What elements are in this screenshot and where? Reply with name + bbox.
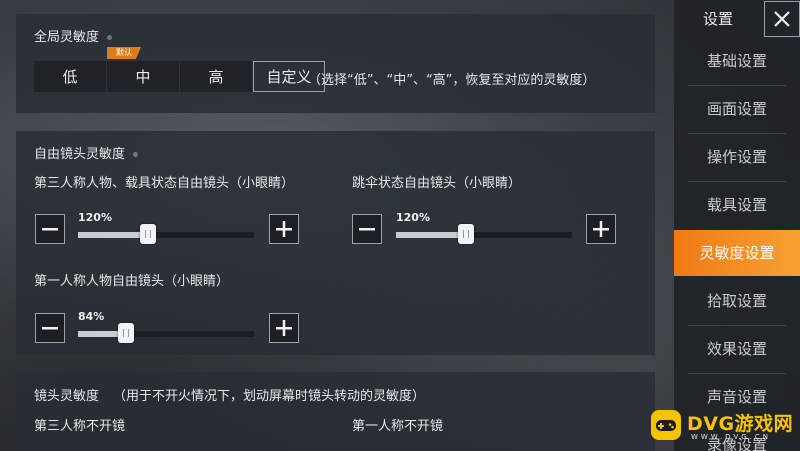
first-person-decrease-button[interactable] bbox=[35, 313, 65, 343]
plus-icon bbox=[276, 320, 292, 336]
preset-hint: （选择“低”、“中”、“高”，恢复至对应的灵敏度） bbox=[308, 73, 596, 88]
slider-fill bbox=[396, 232, 467, 238]
watermark-brand: DVG游戏网 bbox=[687, 413, 794, 435]
slider-handle[interactable] bbox=[117, 323, 134, 343]
free-look-panel: 自由镜头灵敏度 第三人称人物、载具状态自由镜头（小眼睛） 120% 跳伞状态自由… bbox=[16, 131, 655, 355]
parachute-free-look-label: 跳伞状态自由镜头（小眼睛） bbox=[352, 176, 522, 191]
plus-icon bbox=[276, 221, 292, 237]
gamepad-icon bbox=[651, 410, 681, 440]
third-person-free-look-label: 第三人称人物、载具状态自由镜头（小眼睛） bbox=[34, 176, 295, 191]
first-person-free-look-label: 第一人称人物自由镜头（小眼睛） bbox=[34, 274, 230, 289]
close-icon bbox=[774, 11, 790, 27]
camera-sensitivity-hint: （用于不开火情况下，划动屏幕时镜头转动的灵敏度） bbox=[113, 389, 426, 404]
third-person-slider[interactable] bbox=[78, 224, 254, 244]
dvg-watermark-logo: DVG游戏网 WWW.DVG.CN bbox=[651, 408, 799, 444]
sidebar-item-sensitivity[interactable]: 灵敏度设置 bbox=[674, 230, 800, 276]
first-person-no-scope-label: 第一人称不开镜 bbox=[352, 419, 444, 434]
third-person-increase-button[interactable] bbox=[269, 214, 299, 244]
first-person-increase-button[interactable] bbox=[269, 313, 299, 343]
info-dot-icon bbox=[133, 152, 139, 157]
parachute-slider[interactable] bbox=[396, 224, 572, 244]
preset-low-button[interactable]: 低 bbox=[34, 61, 106, 92]
global-sensitivity-panel: 全局灵敏度 低 默认 中 高 自定义 （选择“低”、“中”、“高”，恢复至对应的… bbox=[16, 14, 655, 113]
parachute-value: 120% bbox=[396, 211, 430, 224]
sidebar-item-vehicle[interactable]: 载具设置 bbox=[674, 182, 800, 228]
settings-title: 设置 bbox=[702, 10, 733, 28]
minus-icon bbox=[359, 228, 375, 231]
sidebar-item-graphics[interactable]: 画面设置 bbox=[674, 86, 800, 132]
minus-icon bbox=[42, 327, 58, 330]
slider-handle[interactable] bbox=[458, 224, 475, 244]
global-sensitivity-title: 全局灵敏度 bbox=[34, 26, 113, 45]
settings-sidebar: 设置 基础设置 画面设置 操作设置 载具设置 灵敏度设置 拾取设置 效果设置 声… bbox=[674, 0, 800, 451]
slider-handle[interactable] bbox=[140, 224, 157, 244]
third-person-decrease-button[interactable] bbox=[35, 214, 65, 244]
free-look-title: 自由镜头灵敏度 bbox=[34, 143, 139, 162]
first-person-value: 84% bbox=[78, 310, 105, 323]
watermark-url: WWW.DVG.CN bbox=[691, 433, 772, 441]
info-dot-icon bbox=[107, 35, 113, 40]
parachute-increase-button[interactable] bbox=[586, 214, 616, 244]
third-person-value: 120% bbox=[78, 211, 112, 224]
third-person-no-scope-label: 第三人称不开镜 bbox=[34, 419, 126, 434]
camera-sensitivity-panel: 镜头灵敏度 （用于不开火情况下，划动屏幕时镜头转动的灵敏度） 第三人称不开镜 第一… bbox=[16, 372, 655, 451]
sidebar-item-basic[interactable]: 基础设置 bbox=[674, 38, 800, 84]
default-badge: 默认 bbox=[107, 47, 141, 59]
minus-icon bbox=[42, 228, 58, 231]
slider-fill bbox=[78, 232, 149, 238]
sidebar-item-controls[interactable]: 操作设置 bbox=[674, 134, 800, 180]
sidebar-item-pickup[interactable]: 拾取设置 bbox=[674, 278, 800, 324]
sidebar-item-effects[interactable]: 效果设置 bbox=[674, 326, 800, 372]
parachute-decrease-button[interactable] bbox=[352, 214, 382, 244]
preset-medium-button[interactable]: 默认 中 bbox=[107, 47, 179, 92]
plus-icon bbox=[593, 221, 609, 237]
sensitivity-preset-selector: 低 默认 中 高 自定义 bbox=[34, 47, 326, 92]
first-person-slider[interactable] bbox=[78, 323, 254, 343]
camera-sensitivity-title: 镜头灵敏度 （用于不开火情况下，划动屏幕时镜头转动的灵敏度） bbox=[34, 389, 426, 404]
preset-high-button[interactable]: 高 bbox=[180, 61, 252, 92]
close-button[interactable] bbox=[764, 1, 800, 37]
